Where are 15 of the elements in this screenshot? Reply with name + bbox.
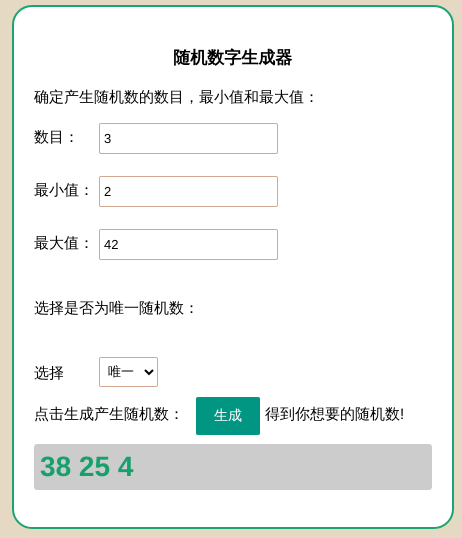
field-label: 最小值： [34,181,95,202]
input-field[interactable]: 2 [99,176,278,207]
input-field[interactable]: 3 [99,123,278,154]
prompt-text: 选择是否为唯一随机数： [34,299,199,319]
page-title: 随机数字生成器 [174,47,292,69]
field-label: 数目： [34,128,80,148]
result-numbers: 38 25 4 [40,450,134,484]
field-label: 最大值： [34,234,95,254]
input-field[interactable]: 42 [99,229,278,260]
select-label: 选择 [34,364,65,384]
generate-prompt: 点击生成产生随机数： [34,405,184,426]
generate-button[interactable]: 生成 [196,396,260,434]
generate-hint: 得到你想要的随机数! [265,405,404,426]
instruction-text: 确定产生随机数的数目，最小值和最大值： [34,88,319,108]
dropdown[interactable]: 唯一 [99,356,158,386]
